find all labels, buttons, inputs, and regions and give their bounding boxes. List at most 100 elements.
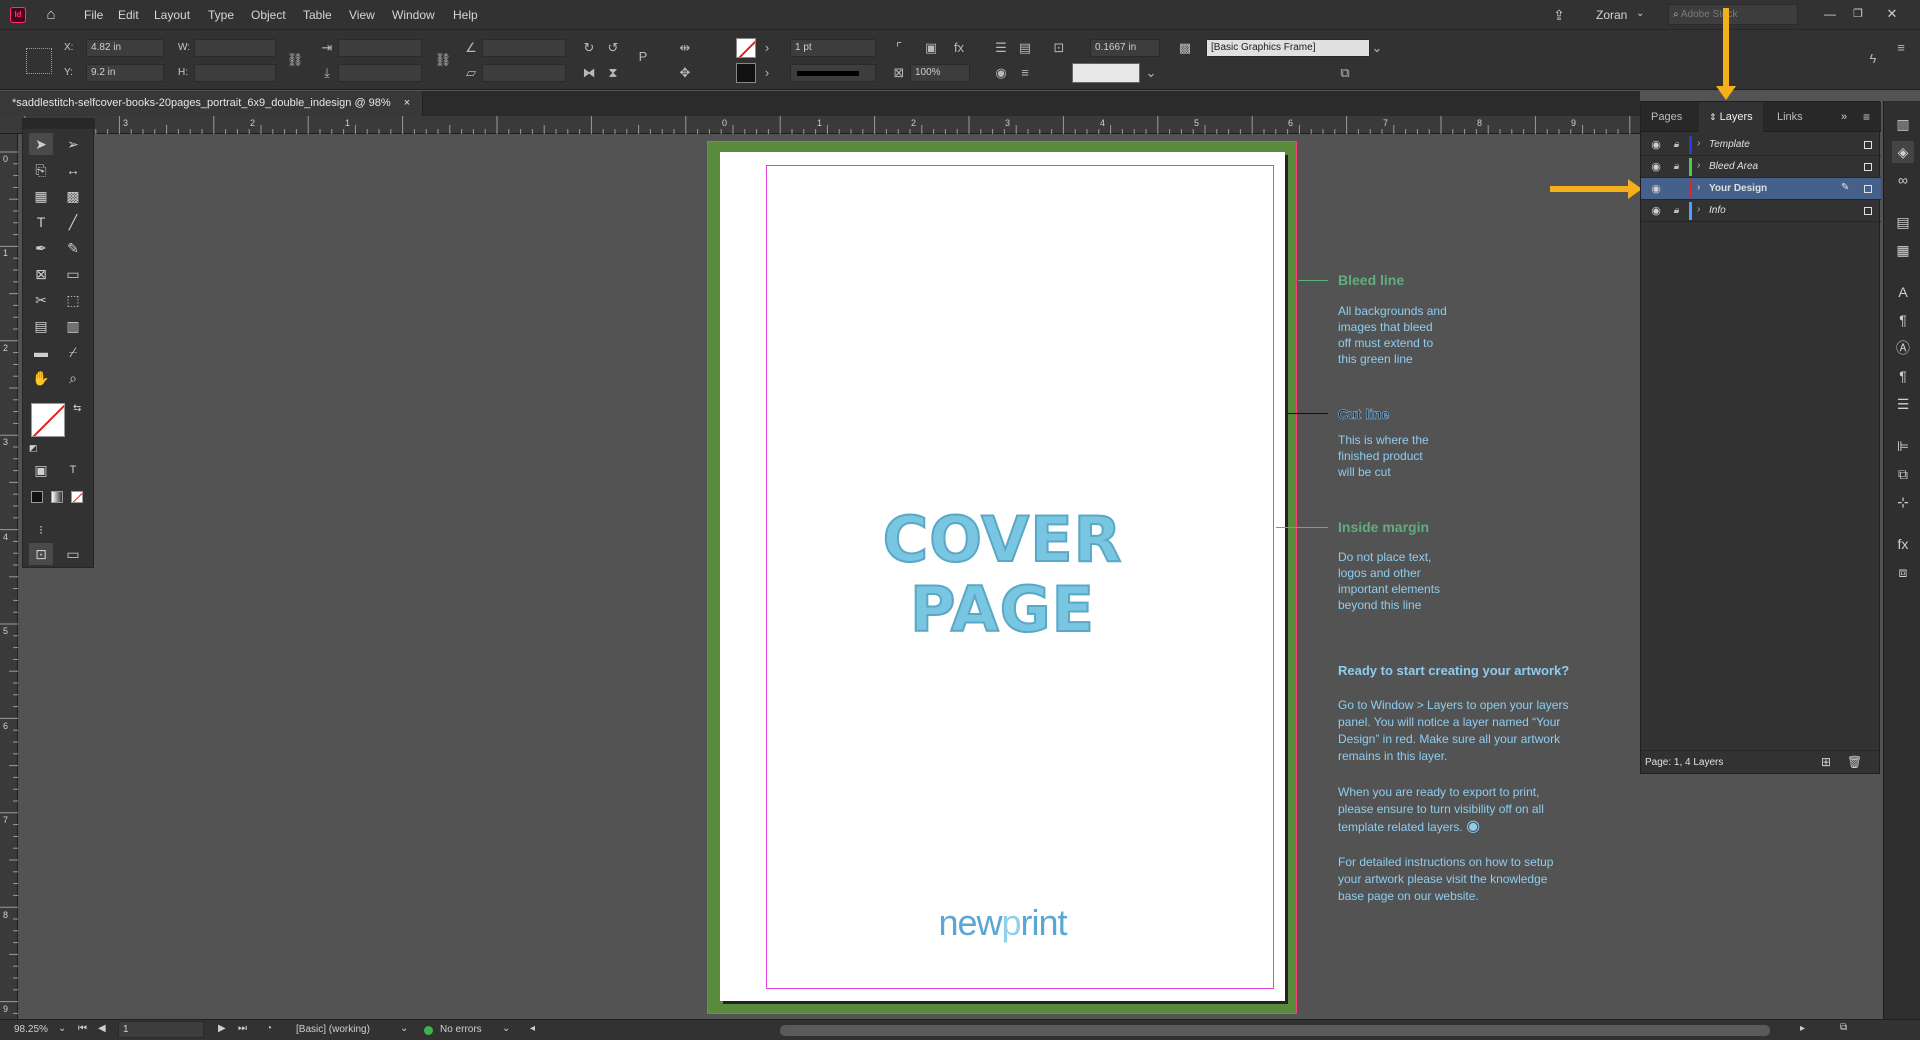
- document-tab-close-icon[interactable]: ×: [404, 97, 410, 109]
- swatches-panel-icon[interactable]: ▦: [1892, 239, 1914, 261]
- tab-layers[interactable]: ⇕ Layers: [1699, 102, 1763, 132]
- glyphs-panel-icon[interactable]: ☰: [1892, 393, 1914, 415]
- frame-fitting-icon[interactable]: ▣: [922, 39, 940, 57]
- flip-h-icon[interactable]: ⧓: [580, 64, 598, 82]
- zoom-level[interactable]: 98.25%: [14, 1024, 48, 1035]
- opacity-field[interactable]: 100%: [910, 64, 970, 82]
- offset-field[interactable]: 0.1667 in: [1090, 39, 1160, 57]
- split-view-icon[interactable]: ⧉: [1840, 1022, 1847, 1033]
- preview-mode-icon[interactable]: ▭: [61, 543, 85, 565]
- text-wrap-jump-icon[interactable]: ≡: [1016, 64, 1034, 82]
- character-panel-icon[interactable]: A: [1892, 281, 1914, 303]
- visibility-eye-icon[interactable]: ◉: [1649, 160, 1663, 174]
- newprint-logo[interactable]: newprint: [720, 902, 1285, 944]
- home-icon[interactable]: ⌂: [42, 6, 60, 24]
- minimize-button[interactable]: —: [1820, 4, 1840, 24]
- control-panel-menu-icon[interactable]: ≡: [1892, 39, 1910, 57]
- preflight-profile[interactable]: [Basic] (working): [296, 1024, 370, 1035]
- stroke-chevron-icon[interactable]: ›: [758, 64, 776, 82]
- share-icon[interactable]: ⇪: [1550, 6, 1568, 24]
- menu-help[interactable]: Help: [453, 0, 478, 30]
- errors-chevron-icon[interactable]: ⌄: [502, 1023, 510, 1034]
- expand-chevron-icon[interactable]: ›: [1697, 160, 1700, 171]
- expand-chevron-icon[interactable]: ›: [1697, 182, 1700, 193]
- direct-selection-tool-icon[interactable]: ➢: [61, 133, 85, 155]
- tab-pages[interactable]: Pages: [1641, 102, 1692, 132]
- scissors-tool-icon[interactable]: ✂: [29, 289, 53, 311]
- profile-chevron-icon[interactable]: ⌄: [400, 1023, 408, 1034]
- menu-table[interactable]: Table: [303, 0, 332, 30]
- stroke-swatch[interactable]: [736, 63, 756, 83]
- fill-swatch[interactable]: [31, 403, 65, 437]
- lightning-icon[interactable]: ϟ: [1864, 50, 1882, 68]
- free-transform-tool-icon[interactable]: ⬚: [61, 289, 85, 311]
- scale-y-field[interactable]: [338, 64, 422, 82]
- scroll-right-icon[interactable]: ▸: [1800, 1023, 1805, 1034]
- default-colors-icon[interactable]: ◩: [29, 443, 38, 454]
- fill-chevron-icon[interactable]: ›: [758, 39, 776, 57]
- links-panel-icon[interactable]: ∞: [1892, 169, 1914, 191]
- layer-row-your-design[interactable]: ◉ › Your Design ✎: [1641, 178, 1881, 200]
- effects-fx-icon[interactable]: fx: [950, 39, 968, 57]
- next-page-icon[interactable]: ▶: [218, 1023, 226, 1034]
- lock-icon[interactable]: 🔒︎: [1669, 138, 1683, 152]
- paragraph-panel-icon[interactable]: ¶: [1892, 309, 1914, 331]
- type-tool-icon[interactable]: T: [29, 211, 53, 233]
- vertical-ruler[interactable]: 0 1 2 3 4 5 6 7 8 9: [0, 134, 18, 1019]
- pages-panel-icon[interactable]: ▥: [1892, 113, 1914, 135]
- style-options-icon[interactable]: ⧉: [1336, 64, 1354, 82]
- hand-tool-icon[interactable]: ✋: [29, 367, 53, 389]
- tools-panel-header[interactable]: [23, 119, 95, 129]
- panel-collapse-icon[interactable]: »: [1841, 111, 1847, 123]
- constrain-proportions-icon[interactable]: ⛓: [286, 51, 304, 69]
- stock-search-input[interactable]: ⌕ Adobe Stock: [1668, 4, 1798, 25]
- swap-colors-icon[interactable]: ⇆: [73, 403, 81, 414]
- menu-edit[interactable]: Edit: [118, 0, 139, 30]
- rotate-ccw-icon[interactable]: ↺: [604, 39, 622, 57]
- gradient-feather-tool-icon[interactable]: ▥: [61, 315, 85, 337]
- formatting-text-icon[interactable]: T: [61, 459, 85, 481]
- new-layer-icon[interactable]: ⊞: [1821, 755, 1831, 769]
- visibility-eye-icon[interactable]: ◉: [1649, 138, 1663, 152]
- apply-none-icon[interactable]: [71, 491, 83, 503]
- text-wrap-shape-icon[interactable]: ◉: [992, 64, 1010, 82]
- document-tab[interactable]: *saddlestitch-selfcover-books-20pages_po…: [0, 91, 424, 116]
- visibility-eye-icon[interactable]: ◉: [1649, 182, 1663, 196]
- panel-menu-icon[interactable]: ≡: [1863, 110, 1870, 124]
- scale-x-field[interactable]: [338, 39, 422, 57]
- rectangle-frame-tool-icon[interactable]: ⊠: [29, 263, 53, 285]
- open-page-icon[interactable]: ◔: [266, 1023, 272, 1034]
- cover-title[interactable]: COVER PAGE: [720, 504, 1285, 646]
- object-style-dropdown[interactable]: [Basic Graphics Frame]: [1206, 39, 1370, 57]
- paragraph-styles-icon[interactable]: ¶: [1892, 365, 1914, 387]
- menu-object[interactable]: Object: [251, 0, 286, 30]
- gap-tool-icon[interactable]: ↔: [61, 159, 85, 181]
- menu-file[interactable]: File: [84, 0, 103, 30]
- corner-options-icon[interactable]: ⌜: [890, 39, 908, 57]
- gradient-swatch-tool-icon[interactable]: ▤: [29, 315, 53, 337]
- w-field[interactable]: [194, 39, 276, 57]
- normal-view-icon[interactable]: ⊡: [29, 543, 53, 565]
- reference-point-icon[interactable]: [26, 48, 52, 74]
- layer-row-info[interactable]: ◉ 🔒︎ › Info: [1641, 200, 1881, 222]
- apply-gradient-icon[interactable]: [51, 491, 63, 503]
- text-wrap-bound-icon[interactable]: ▤: [1016, 39, 1034, 57]
- object-style-chevron-icon[interactable]: ⌄: [1368, 39, 1386, 57]
- stroke-panel-icon[interactable]: ▤: [1892, 211, 1914, 233]
- restore-button[interactable]: ❐: [1848, 4, 1868, 24]
- text-wrap-none-icon[interactable]: ☰: [992, 39, 1010, 57]
- expand-chevron-icon[interactable]: ›: [1697, 204, 1700, 215]
- y-field[interactable]: 9.2 in: [86, 64, 164, 82]
- x-field[interactable]: 4.82 in: [86, 39, 164, 57]
- rotate-cw-icon[interactable]: ↻: [580, 39, 598, 57]
- stroke-weight-field[interactable]: 1 pt: [790, 39, 876, 57]
- visibility-eye-icon[interactable]: ◉: [1649, 204, 1663, 218]
- scroll-left-icon[interactable]: ◂: [530, 1023, 535, 1034]
- layers-panel-icon[interactable]: ◈: [1892, 141, 1914, 163]
- layer-target-square[interactable]: [1864, 185, 1872, 193]
- effects-panel-icon[interactable]: fx: [1892, 533, 1914, 555]
- pencil-tool-icon[interactable]: ✎: [61, 237, 85, 259]
- menu-view[interactable]: View: [349, 0, 375, 30]
- rotate-angle-field[interactable]: [482, 39, 566, 57]
- h-field[interactable]: [194, 64, 276, 82]
